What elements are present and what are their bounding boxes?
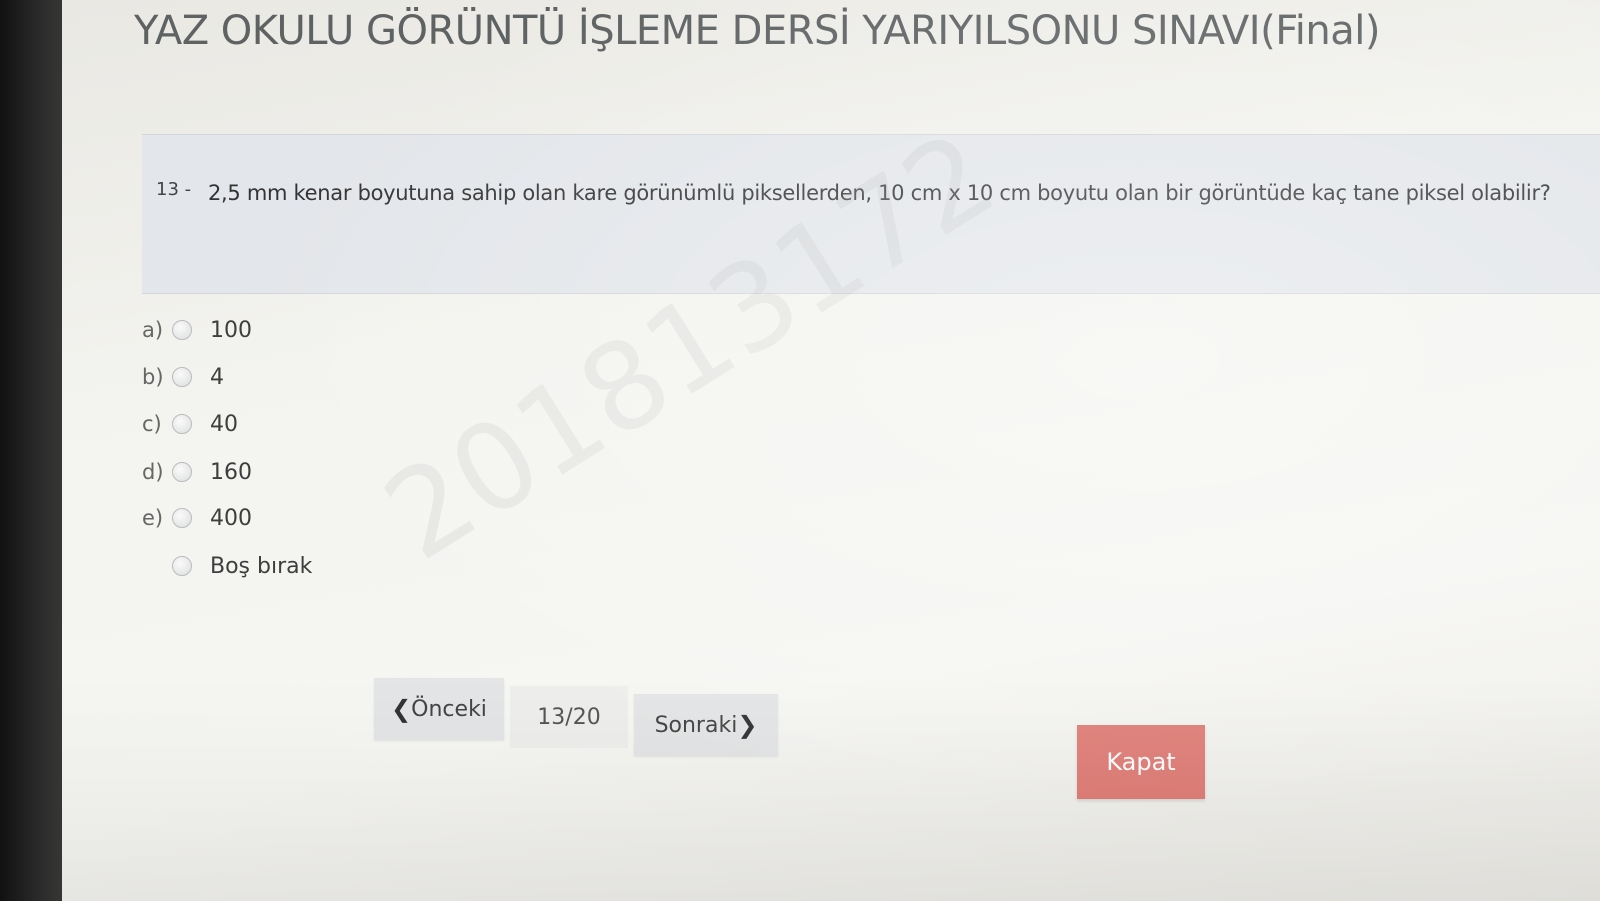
option-value: 400 — [210, 506, 252, 531]
page-indicator: 13/20 — [510, 686, 628, 748]
option-letter: b) — [142, 365, 164, 389]
radio-button[interactable] — [172, 462, 192, 482]
previous-label: Önceki — [411, 696, 487, 722]
option-d[interactable]: d) 160 — [142, 454, 542, 490]
previous-button[interactable]: ❮ Önceki — [374, 678, 504, 740]
question-number: 13 - — [156, 179, 192, 200]
radio-button[interactable] — [172, 556, 192, 576]
exam-screen: YAZ OKULU GÖRÜNTÜ İŞLEME DERSİ YARIYILSO… — [62, 0, 1600, 901]
option-c[interactable]: c) 40 — [142, 406, 542, 442]
option-letter: c) — [142, 412, 162, 436]
radio-button[interactable] — [172, 320, 192, 340]
close-button[interactable]: Kapat — [1077, 725, 1205, 799]
radio-button[interactable] — [172, 414, 192, 434]
radio-button[interactable] — [172, 367, 192, 387]
question-panel: 13 - 2,5 mm kenar boyutuna sahip olan ka… — [142, 134, 1600, 294]
option-value: 40 — [210, 412, 238, 437]
radio-button[interactable] — [172, 508, 192, 528]
option-letter: e) — [142, 506, 164, 530]
option-value: 4 — [210, 365, 224, 390]
option-value: Boş bırak — [210, 554, 313, 579]
option-letter: a) — [142, 318, 164, 342]
option-a[interactable]: a) 100 — [142, 312, 542, 348]
chevron-right-icon: ❯ — [737, 711, 758, 739]
option-e[interactable]: e) 400 — [142, 500, 542, 536]
monitor-bezel — [0, 0, 70, 901]
chevron-left-icon: ❮ — [391, 695, 412, 723]
option-value: 100 — [210, 318, 252, 343]
option-b[interactable]: b) 4 — [142, 359, 542, 395]
next-button[interactable]: Sonraki ❯ — [634, 694, 778, 756]
option-value: 160 — [210, 460, 252, 485]
option-leave-blank[interactable]: Boş bırak — [142, 548, 542, 584]
next-label: Sonraki — [654, 712, 738, 738]
exam-title: YAZ OKULU GÖRÜNTÜ İŞLEME DERSİ YARIYILSO… — [134, 8, 1380, 54]
question-text: 2,5 mm kenar boyutuna sahip olan kare gö… — [208, 181, 1551, 205]
option-letter: d) — [142, 460, 164, 484]
